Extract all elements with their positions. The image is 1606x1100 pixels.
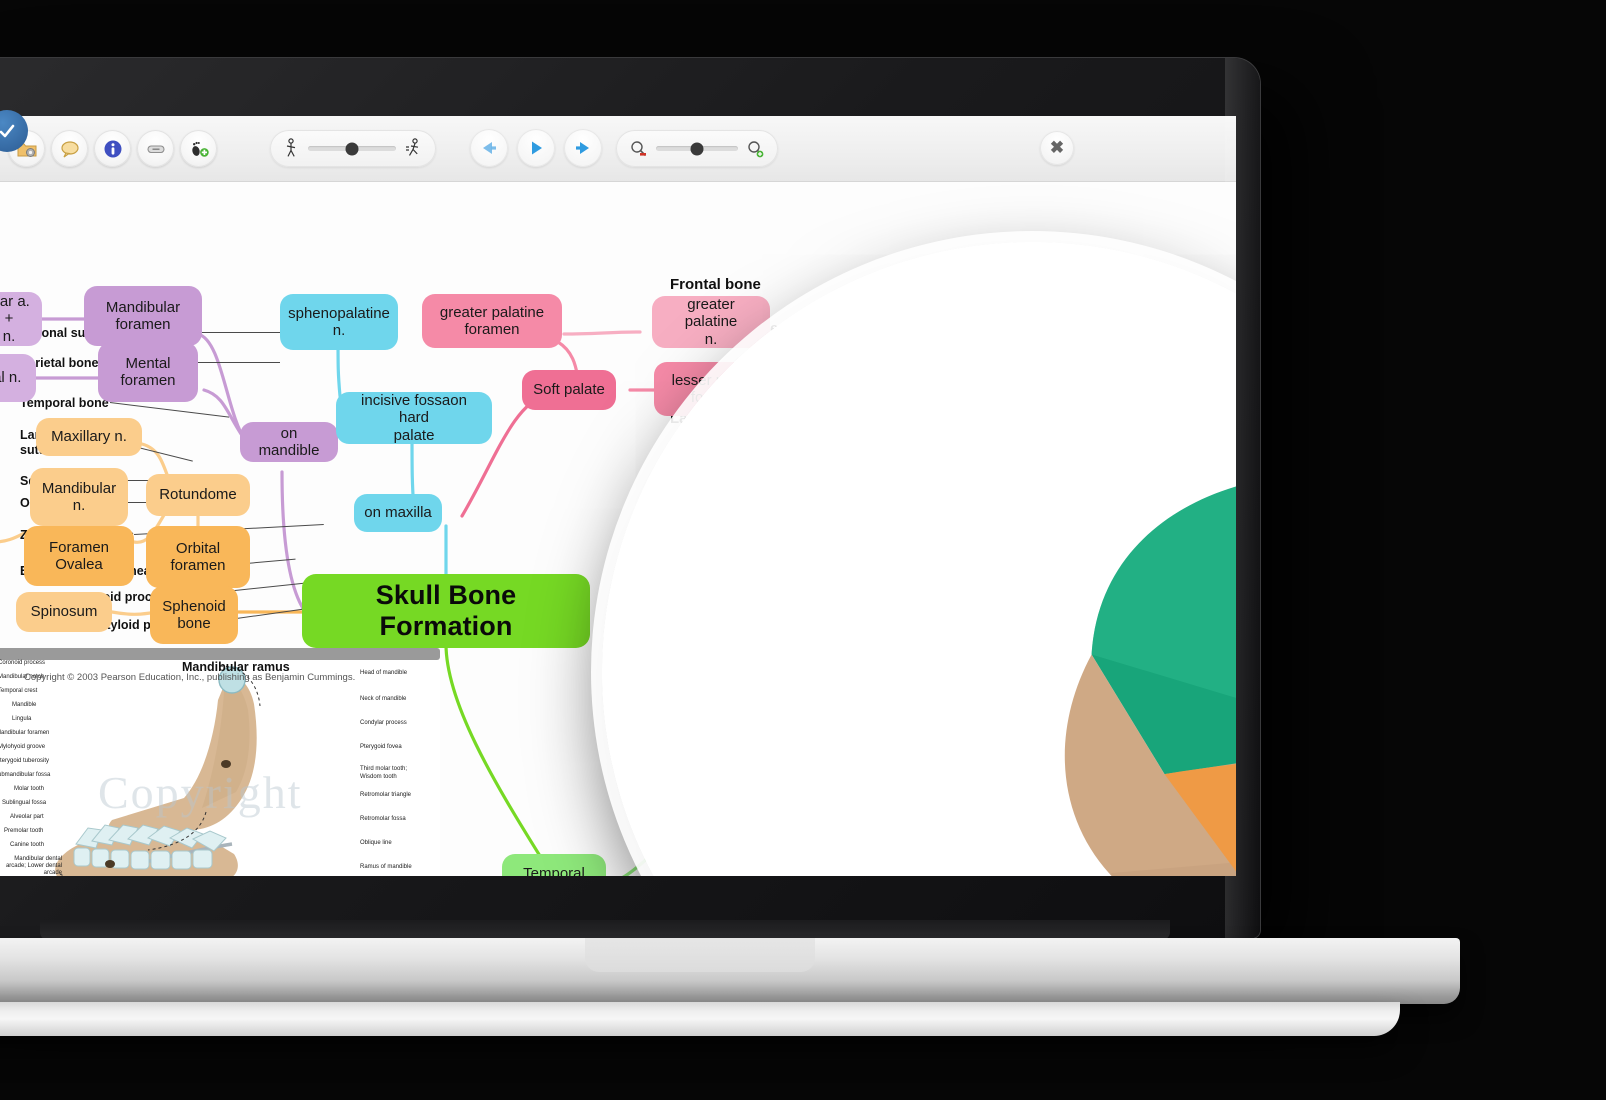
node-sphenopalatine-n[interactable]: sphenopalatine n. — [280, 294, 398, 350]
node-alveolar-a[interactable]: olar a. + n. — [0, 292, 42, 346]
node-label: Mandibular n. — [41, 479, 117, 514]
laptop-foot — [0, 1002, 1400, 1036]
zoom-slider-knob[interactable] — [690, 142, 704, 155]
laptop-base — [0, 938, 1460, 1004]
mandible-label: Mandible — [12, 702, 37, 708]
node-on-mandible[interactable]: on mandible — [240, 422, 338, 462]
node-label: Spinosum — [30, 603, 98, 621]
node-sphenoid-bone[interactable]: Sphenoid bone — [150, 586, 238, 644]
node-label: ntal n. — [0, 369, 22, 387]
mandible-label: Premolar tooth — [4, 828, 44, 834]
next-button[interactable] — [564, 129, 602, 167]
node-mandibular-n[interactable]: Mandibular n. — [30, 468, 128, 526]
node-incisive-fossa[interactable]: incisive fossaon hard palate — [336, 392, 492, 444]
mandible-label: Condylar process — [360, 720, 407, 726]
laptop-bezel-top — [0, 58, 1260, 112]
mandible-label: Head of mandible — [360, 670, 408, 676]
presentation-toolbar: ✖ — [0, 116, 1236, 182]
mandible-label: Canine tooth — [10, 842, 45, 848]
magnifier-lens[interactable] — [602, 242, 1236, 876]
mandible-label: Mandibular notch — [0, 674, 45, 680]
mandible-label: Mylohyoid groove — [0, 744, 46, 750]
link-icon[interactable] — [137, 130, 174, 167]
info-icon[interactable] — [94, 130, 131, 167]
node-foramen-ovalea[interactable]: Foramen Ovalea — [24, 526, 134, 586]
zoom-slider[interactable] — [616, 130, 778, 167]
node-label: Sphenoid bone — [162, 597, 226, 632]
close-button[interactable]: ✖ — [1040, 131, 1074, 165]
laptop-hinge — [40, 920, 1170, 940]
node-temporal-bone[interactable]: Temporal bone — [502, 854, 606, 876]
play-button[interactable] — [517, 129, 555, 167]
mandible-label: Temporal crest — [0, 688, 38, 694]
node-on-maxilla[interactable]: on maxilla — [354, 494, 442, 532]
comment-bubble-icon[interactable] — [51, 130, 88, 167]
footprint-add-icon[interactable] — [180, 130, 217, 167]
node-rotundome[interactable]: Rotundome — [146, 474, 250, 516]
mindmap-canvas[interactable]: olar a. + n. Mandibular foramen ntal n. … — [0, 182, 1236, 876]
mandible-label: Retromolar triangle — [360, 792, 412, 798]
mandible-label: Neck of mandible — [360, 696, 407, 702]
speed-slider-track[interactable] — [308, 142, 396, 155]
node-label: incisive fossaon hard palate — [361, 392, 467, 444]
root-node-skull-bone-formation[interactable]: Skull Bone Formation — [302, 574, 590, 648]
node-label: Rotundome — [159, 486, 237, 504]
node-maxillary-n[interactable]: Maxillary n. — [36, 418, 142, 456]
node-greater-palatine-foramen[interactable]: greater palatine foramen — [422, 294, 562, 348]
mandible-label: Molar tooth — [14, 786, 45, 792]
node-spinosum[interactable]: Spinosum — [16, 592, 112, 632]
laptop-shell: ✖ ar a. + n. Mandibular foramen l n. Men… — [0, 58, 1261, 938]
mandible-label: Retromolar fossa — [360, 816, 406, 822]
mandible-label: Sublingual fossa — [2, 800, 47, 806]
node-label: Foramen Ovalea — [48, 538, 110, 573]
mandible-label: Third molar tooth; Wisdom tooth — [360, 766, 408, 780]
node-label: Mental foramen — [120, 354, 176, 389]
running-figure-icon — [406, 137, 419, 156]
mandible-label: Submandibular fossa — [0, 772, 51, 778]
speed-slider-knob[interactable] — [345, 142, 359, 155]
node-mental-foramen[interactable]: Mental foramen — [98, 342, 198, 402]
mandible-label: Coronoid process — [0, 660, 46, 666]
root-node-label: Skull Bone Formation — [375, 580, 517, 641]
zoom-slider-track[interactable] — [656, 142, 738, 155]
node-label: sphenopalatine n. — [288, 304, 390, 339]
skull-label: Mandibular ramus — [182, 660, 290, 674]
mandible-label: Alveolar part — [10, 814, 44, 820]
previous-button[interactable] — [470, 129, 508, 167]
node-label: Maxillary n. — [51, 428, 127, 446]
node-mental-n[interactable]: ntal n. — [0, 354, 36, 402]
presentation-speed-slider[interactable] — [270, 130, 436, 167]
mandible-label: Mandibular dental arcade; Lower dental a… — [5, 856, 62, 876]
toolbar-nav-group — [470, 129, 602, 167]
mandible-label: Pterygoid fovea — [360, 744, 402, 750]
node-label: greater palatine foramen — [439, 303, 545, 338]
svg-text:Copyright: Copyright — [98, 767, 303, 818]
mandible-label: Ramus of mandible — [360, 864, 412, 870]
mandible-label: Oblique line — [360, 840, 392, 846]
node-orbital-foramen[interactable]: Orbital foramen — [146, 526, 250, 588]
node-label: Orbital foramen — [170, 539, 226, 574]
node-label: on maxilla — [364, 504, 432, 522]
mandible-label: Mandibular foramen — [0, 730, 50, 736]
toolbar-left-group — [8, 130, 217, 167]
screenshot-stage: ✖ ar a. + n. Mandibular foramen l n. Men… — [0, 0, 1606, 1100]
laptop-screen: ✖ ar a. + n. Mandibular foramen l n. Men… — [0, 116, 1236, 876]
zoom-in-icon — [748, 140, 764, 157]
node-label: olar a. + n. — [0, 293, 30, 345]
skull-label: Temporal bone — [20, 396, 109, 410]
node-label: Soft palate — [533, 381, 605, 399]
walking-figure-icon — [286, 137, 296, 157]
node-mandibular-foramen[interactable]: Mandibular foramen — [84, 286, 202, 346]
node-label: Mandibular foramen — [105, 298, 181, 333]
mandible-label: Lingula — [12, 716, 32, 722]
zoom-out-icon — [631, 140, 647, 156]
node-label: Temporal bone — [523, 864, 585, 876]
node-label: on mandible — [258, 424, 320, 459]
mandible-label: Pterygoid tuberosity — [0, 758, 50, 764]
lens-content — [602, 242, 1236, 876]
